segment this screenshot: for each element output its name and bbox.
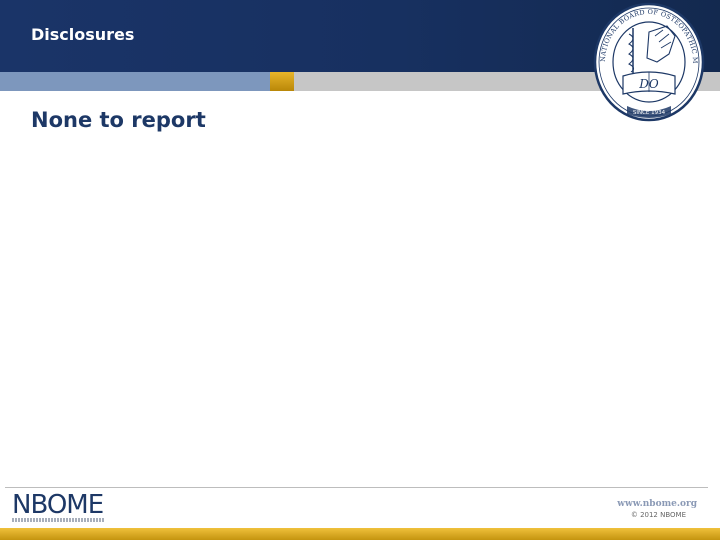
footer-gold-bar xyxy=(0,528,720,540)
logo-wordmark: NBOME xyxy=(12,490,104,520)
nbome-footer-logo: NBOME xyxy=(12,490,104,524)
logo-subtext xyxy=(12,518,104,522)
logo-text: NBOME xyxy=(12,490,104,520)
body-text: None to report xyxy=(31,108,206,132)
accent-band-gold xyxy=(270,72,294,91)
slide-title: Disclosures xyxy=(31,25,135,44)
footer-divider xyxy=(5,487,708,488)
seal-initials: DO xyxy=(638,77,659,91)
nbome-seal-logo: NATIONAL BOARD OF OSTEOPATHIC MEDICAL EX… xyxy=(593,2,705,122)
website-url: www.nbome.org xyxy=(617,499,697,509)
copyright-text: © 2012 NBOME xyxy=(630,511,686,519)
seal-since-banner: SINCE 1934 xyxy=(633,110,666,116)
accent-band-blue xyxy=(0,72,270,91)
